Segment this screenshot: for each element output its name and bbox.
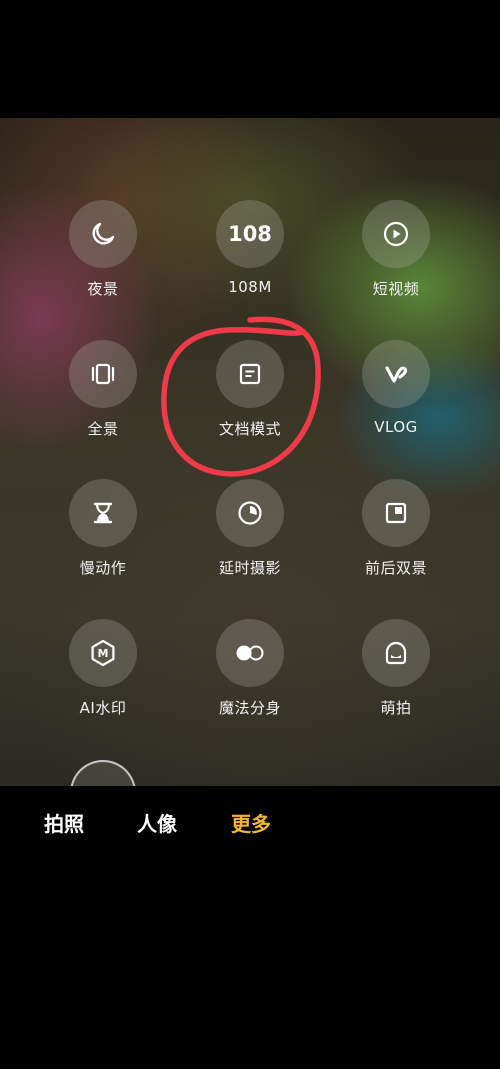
108-badge-icon: 108 xyxy=(216,200,284,268)
mode-short-video[interactable]: 短视频 xyxy=(336,200,456,310)
dual-view-icon xyxy=(362,479,430,547)
vlog-icon xyxy=(362,340,430,408)
top-black-bar xyxy=(0,0,500,118)
mode-label: 魔法分身 xyxy=(218,699,281,717)
ai-watermark-icon-text: M xyxy=(97,646,109,660)
mode-label: 短视频 xyxy=(372,280,420,298)
mode-label: 夜景 xyxy=(87,280,119,298)
mode-panorama[interactable]: 全景 xyxy=(43,340,163,450)
tab-portrait[interactable]: 人像 xyxy=(137,808,177,837)
mode-timelapse[interactable]: 延时摄影 xyxy=(190,479,310,589)
mode-label: 108M xyxy=(228,278,272,296)
mode-label: VLOG xyxy=(374,418,418,436)
mode-document[interactable]: 文档模式 xyxy=(190,340,310,450)
mode-label: 萌拍 xyxy=(380,699,412,717)
mode-night[interactable]: 夜景 xyxy=(43,200,163,310)
mode-label: AI水印 xyxy=(79,699,127,717)
cute-face-icon xyxy=(362,619,430,687)
mode-vlog[interactable]: VLOG xyxy=(336,340,456,450)
mode-dual-view[interactable]: 前后双景 xyxy=(336,479,456,589)
mode-label: 慢动作 xyxy=(79,559,127,577)
mode-cute-shot[interactable]: 萌拍 xyxy=(336,619,456,729)
mode-label: 延时摄影 xyxy=(218,559,281,577)
camera-viewfinder: 夜景 108 108M 短视频 全景 文档模式 VLOG 慢动作 延时摄影 前后… xyxy=(0,118,500,786)
mode-label: 全景 xyxy=(87,420,119,438)
clone-icon xyxy=(216,619,284,687)
mode-label: 前后双景 xyxy=(364,559,427,577)
mode-tab-bar: 拍照 人像 更多 xyxy=(0,786,500,1069)
mode-108m[interactable]: 108 108M xyxy=(190,200,310,310)
mode-label: 文档模式 xyxy=(218,420,281,438)
hourglass-icon xyxy=(69,479,137,547)
tab-more[interactable]: 更多 xyxy=(231,808,271,837)
play-icon xyxy=(362,200,430,268)
panorama-icon xyxy=(69,340,137,408)
mode-partial-hidden[interactable] xyxy=(70,760,136,786)
moon-icon xyxy=(69,200,137,268)
108-icon-text: 108 xyxy=(228,222,272,246)
ai-watermark-icon: M xyxy=(69,619,137,687)
mode-slow-motion[interactable]: 慢动作 xyxy=(43,479,163,589)
mode-clone[interactable]: 魔法分身 xyxy=(190,619,310,729)
document-icon xyxy=(216,340,284,408)
mode-ai-watermark[interactable]: M AI水印 xyxy=(43,619,163,729)
tab-photo[interactable]: 拍照 xyxy=(44,808,84,837)
timer-icon xyxy=(216,479,284,547)
